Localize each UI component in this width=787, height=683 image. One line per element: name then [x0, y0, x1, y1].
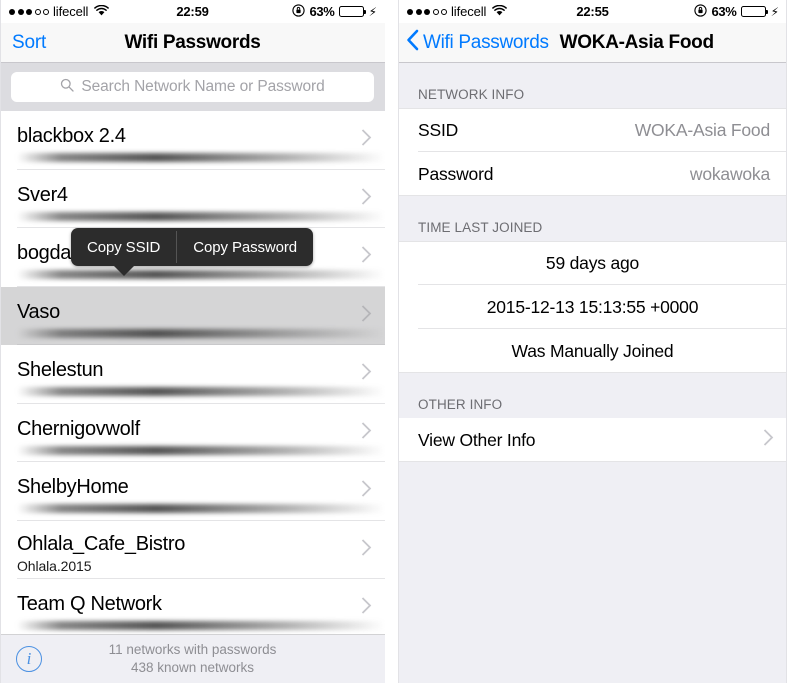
network-detail-screen: lifecell 22:55 63% ⚡ Wifi Passwords WOKA… — [398, 0, 787, 683]
chevron-right-icon — [361, 421, 372, 444]
list-item[interactable]: Ohlala_Cafe_Bistro Ohlala.2015 — [0, 520, 385, 579]
ssid-row[interactable]: SSID WOKA-Asia Food — [398, 108, 787, 152]
back-label: Wifi Passwords — [423, 31, 549, 53]
join-method-row: Was Manually Joined — [398, 329, 787, 373]
network-name: Vaso — [17, 300, 60, 323]
battery-percent-label: 63% — [309, 4, 335, 19]
chevron-right-icon — [361, 538, 372, 561]
detail-empty-space — [398, 462, 787, 683]
section-header-time-last-joined: TIME LAST JOINED — [398, 196, 787, 241]
search-input[interactable]: Search Network Name or Password — [11, 72, 374, 102]
battery-icon — [338, 6, 366, 17]
chevron-right-icon — [361, 246, 372, 269]
network-password-blurred — [17, 621, 385, 631]
password-row[interactable]: Password wokawoka — [398, 152, 787, 196]
battery-percent-label: 63% — [711, 4, 737, 19]
list-item[interactable]: ShelbyHome — [0, 462, 385, 521]
time-absolute-value: 2015-12-13 15:13:55 +0000 — [486, 296, 699, 317]
detail-page-title: WOKA-Asia Food — [559, 31, 714, 53]
network-password-blurred — [17, 445, 385, 455]
ssid-value: WOKA-Asia Food — [634, 119, 770, 140]
navigation-bar-right: Wifi Passwords WOKA-Asia Food — [398, 23, 787, 63]
list-item[interactable]: Team Q Network — [0, 579, 385, 638]
rotation-lock-icon — [694, 3, 708, 20]
network-password-blurred — [17, 211, 385, 221]
navigation-bar-left: Sort Wifi Passwords — [0, 23, 385, 63]
bottom-toolbar: i 11 networks with passwords 438 known n… — [0, 634, 385, 683]
chevron-right-icon — [763, 429, 774, 452]
network-password-blurred — [17, 153, 385, 163]
lightning-bolt-icon: ⚡ — [368, 4, 377, 19]
network-password-blurred — [17, 504, 385, 514]
screenshot-stage: lifecell 22:59 63% ⚡ Sort Wifi Passwords… — [0, 0, 787, 683]
network-password: Ohlala.2015 — [17, 557, 92, 574]
network-name: Sver4 — [17, 183, 68, 206]
chevron-left-icon — [406, 29, 419, 56]
rotation-lock-icon — [292, 3, 306, 20]
network-name: Shelestun — [17, 359, 104, 382]
search-placeholder: Search Network Name or Password — [81, 78, 325, 95]
copy-password-button[interactable]: Copy Password — [177, 228, 313, 266]
network-password-blurred — [17, 387, 385, 397]
view-other-info-row[interactable]: View Other Info — [398, 418, 787, 462]
search-icon — [60, 78, 75, 97]
network-name: blackbox 2.4 — [17, 125, 126, 148]
chevron-right-icon — [361, 363, 372, 386]
networks-with-passwords-count: 11 networks with passwords — [108, 641, 277, 657]
view-other-info-label: View Other Info — [418, 429, 536, 450]
panel-separator — [386, 0, 398, 683]
time-absolute-row: 2015-12-13 15:13:55 +0000 — [398, 285, 787, 329]
battery-icon — [740, 6, 768, 17]
join-method-value: Was Manually Joined — [511, 340, 674, 361]
known-networks-count: 438 known networks — [130, 660, 255, 675]
time-relative-value: 59 days ago — [545, 252, 640, 273]
wifi-passwords-list-screen: lifecell 22:59 63% ⚡ Sort Wifi Passwords… — [0, 0, 386, 683]
list-item[interactable]: Chernigovwolf — [0, 403, 385, 462]
context-menu-arrow — [113, 265, 135, 276]
network-password-blurred — [17, 328, 385, 338]
chevron-right-icon — [361, 304, 372, 327]
list-item[interactable]: Sver4 — [0, 169, 385, 228]
status-bar-battery-group: 63% ⚡ — [694, 3, 779, 20]
chevron-right-icon — [361, 480, 372, 503]
copy-ssid-button[interactable]: Copy SSID — [71, 228, 176, 266]
network-name: Chernigovwolf — [17, 417, 140, 440]
password-label: Password — [418, 163, 494, 184]
password-value: wokawoka — [689, 163, 770, 184]
search-bar-container: Search Network Name or Password — [0, 63, 385, 111]
back-button[interactable]: Wifi Passwords WOKA-Asia Food — [398, 29, 714, 56]
chevron-right-icon — [361, 129, 372, 152]
time-relative-row: 59 days ago — [398, 241, 787, 285]
network-counts: 11 networks with passwords 438 known net… — [0, 641, 385, 677]
list-item[interactable]: blackbox 2.4 — [0, 111, 385, 170]
page-title: Wifi Passwords — [124, 31, 261, 53]
network-name: Ohlala_Cafe_Bistro — [17, 532, 186, 555]
network-name: Team Q Network — [17, 593, 162, 616]
lightning-bolt-icon: ⚡ — [770, 4, 779, 19]
network-list[interactable]: blackbox 2.4 Sver4 bogdan Vaso Shelestun… — [0, 111, 385, 672]
network-name: ShelbyHome — [17, 476, 129, 499]
list-item[interactable]: Vaso — [0, 286, 385, 345]
detail-content: NETWORK INFO SSID WOKA-Asia Food Passwor… — [398, 63, 787, 683]
copy-context-menu[interactable]: Copy SSID Copy Password — [71, 228, 314, 266]
network-password-blurred — [17, 270, 385, 280]
chevron-right-icon — [361, 187, 372, 210]
ssid-label: SSID — [418, 119, 459, 140]
list-item[interactable]: Shelestun — [0, 345, 385, 404]
status-bar-right: lifecell 22:55 63% ⚡ — [398, 0, 787, 23]
chevron-right-icon — [361, 597, 372, 620]
status-bar-battery-group: 63% ⚡ — [292, 3, 377, 20]
section-header-network-info: NETWORK INFO — [398, 63, 787, 108]
section-header-other-info: OTHER INFO — [398, 373, 787, 418]
status-bar-left: lifecell 22:59 63% ⚡ — [0, 0, 385, 23]
